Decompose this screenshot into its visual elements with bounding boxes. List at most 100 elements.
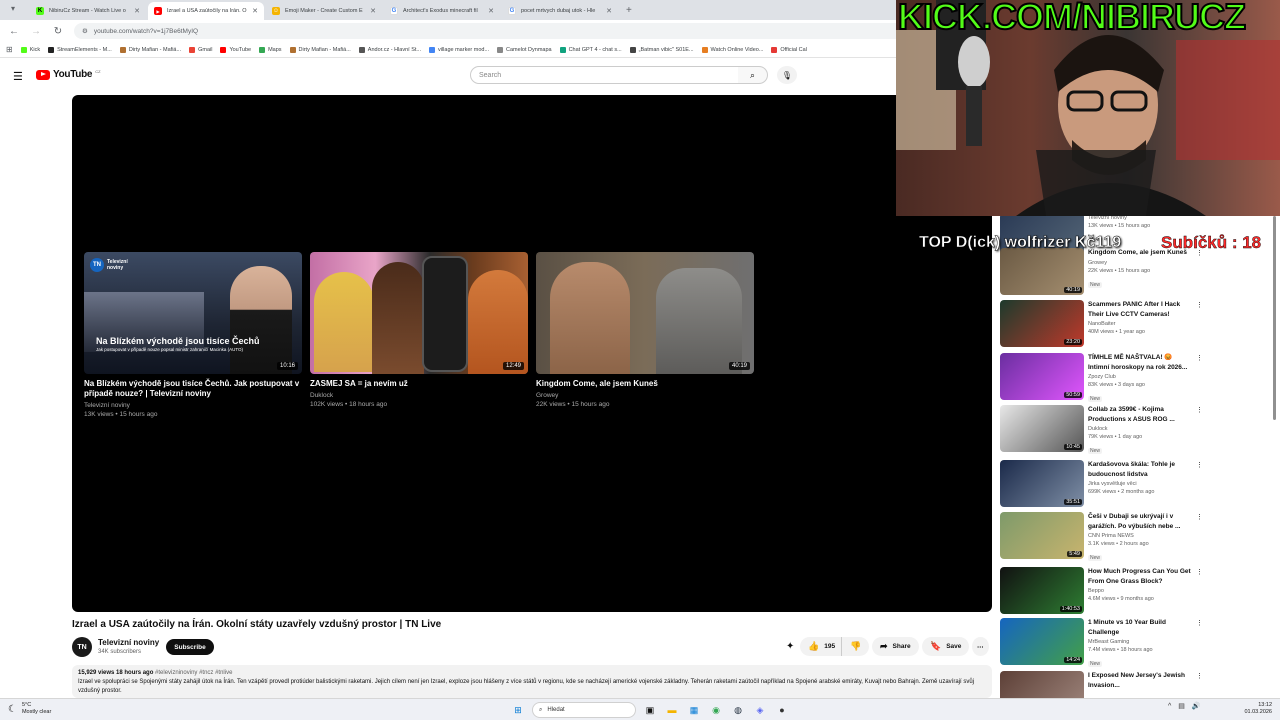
bookmark[interactable]: Maps — [259, 46, 282, 53]
network-icon[interactable]: ▤ — [1178, 702, 1185, 710]
sidebar-thumbnail[interactable]: 5:49 — [1000, 512, 1084, 559]
sidebar-channel-name[interactable]: NanoBaiter — [1088, 320, 1192, 328]
back-icon[interactable]: ← — [8, 26, 20, 37]
end-card-title[interactable]: Kingdom Come, ale jsem Kuneš — [536, 379, 754, 389]
end-card-channel[interactable]: Growey — [536, 391, 754, 400]
end-card[interactable]: 12:49 ZASMEJ SA = ja nevím už Duklock 10… — [310, 252, 528, 409]
sidebar-video-title[interactable]: Kardašovova škála: Tohle je budoucnost l… — [1088, 460, 1192, 479]
bookmark[interactable]: Watch Online Video... — [701, 46, 763, 53]
more-vertical-icon[interactable]: ⋮ — [1196, 461, 1203, 469]
sidebar-video-item[interactable]: 14:24 1 Minute vs 10 Year Build Challenge… — [1000, 618, 1270, 667]
hype-button[interactable]: ✦ — [786, 637, 794, 656]
search-button[interactable]: ⌕ — [738, 66, 768, 84]
sidebar-thumbnail[interactable] — [1000, 671, 1084, 698]
description-box[interactable]: 15,929 views 18 hours ago #televizninovi… — [72, 665, 992, 698]
tab-google-dubaj[interactable]: G pocet mrtvych dubaj utok - Hle ✕ — [502, 2, 618, 20]
sidebar-channel-name[interactable]: Zpozy Club — [1088, 373, 1192, 381]
bookmark[interactable]: Dirty Mafian - Mafiá... — [289, 46, 351, 53]
sidebar-scrollbar[interactable] — [1273, 216, 1276, 420]
sidebar-video-title[interactable]: Collab za 3599€ - Kojima Productions x A… — [1088, 405, 1192, 424]
bookmark[interactable]: Gmail — [189, 46, 212, 53]
close-icon[interactable]: ✕ — [606, 7, 612, 15]
end-card-thumbnail[interactable]: 40:19 — [536, 252, 754, 374]
sidebar-video-item[interactable]: 35:51 Kardašovova škála: Tohle je budoucn… — [1000, 460, 1270, 508]
store-icon[interactable]: ▦ — [686, 702, 702, 718]
tray-overflow-icon[interactable]: ^ — [1168, 703, 1171, 710]
discord-icon[interactable]: ◈ — [752, 702, 768, 718]
chrome-icon[interactable]: ◉ — [708, 702, 724, 718]
sidebar-thumbnail[interactable]: 23:20 — [1000, 300, 1084, 347]
close-icon[interactable]: ✕ — [134, 7, 140, 15]
sidebar-video-item[interactable]: 50:59 TÍMHLE MĚ NAŠTVALA! 😡 Intimní horos… — [1000, 353, 1270, 402]
sidebar-channel-name[interactable]: Beppo — [1088, 587, 1192, 595]
search-input[interactable]: Search — [470, 66, 739, 84]
end-card-title[interactable]: Na Blízkém východě jsou tisíce Čechů. Ja… — [84, 379, 302, 399]
end-card-title[interactable]: ZASMEJ SA = ja nevím už — [310, 379, 528, 389]
bookmark[interactable]: village marker mod... — [428, 46, 489, 53]
sidebar-video-title[interactable]: TÍMHLE MĚ NAŠTVALA! 😡 Intimní horoskopy … — [1088, 353, 1192, 372]
site-info-icon[interactable]: ⚙ — [82, 27, 88, 35]
sidebar-thumbnail[interactable]: 40:19 — [1000, 248, 1084, 295]
sidebar-thumbnail[interactable]: 10:45 — [1000, 405, 1084, 452]
bookmark[interactable]: Andor.cz - Hlavní St... — [358, 46, 421, 53]
tab-kick[interactable]: K NibiruCz Stream - Watch Live o ✕ — [30, 2, 146, 20]
sidebar-thumbnail[interactable]: 50:59 — [1000, 353, 1084, 400]
sidebar-video-title[interactable]: Scammers PANIC After I Hack Their Live C… — [1088, 300, 1192, 319]
sidebar-video-title[interactable]: I Exposed New Jersey's Jewish Invasion..… — [1088, 671, 1192, 690]
bookmark[interactable]: Camelot Dynmapa — [497, 46, 552, 53]
video-player[interactable]: TN Televizní noviny Na Blízkém východě j… — [72, 95, 992, 612]
tab-youtube[interactable]: ▶ Izrael a USA zaútočily na Írán. O ✕ — [148, 2, 264, 20]
sidebar-video-item[interactable]: 5:49 Češi v Dubaji se ukrývají i v garáží… — [1000, 512, 1270, 561]
save-button[interactable]: 🔖 Save — [922, 637, 970, 656]
bookmark[interactable]: Official Cal — [771, 46, 807, 53]
system-clock[interactable]: 13:12 01.03.2026 — [1236, 702, 1272, 716]
more-vertical-icon[interactable]: ⋮ — [1196, 513, 1203, 521]
more-vertical-icon[interactable]: ⋮ — [1196, 619, 1203, 627]
end-card[interactable]: 40:19 Kingdom Come, ale jsem Kuneš Growe… — [536, 252, 754, 409]
end-card[interactable]: TN Televizní noviny Na Blízkém východě j… — [84, 252, 302, 419]
sidebar-thumbnail[interactable]: 14:24 — [1000, 618, 1084, 665]
reload-icon[interactable]: ↻ — [52, 26, 64, 37]
end-card-thumbnail[interactable]: TN Televizní noviny Na Blízkém východě j… — [84, 252, 302, 374]
close-icon[interactable]: ✕ — [252, 7, 258, 15]
more-vertical-icon[interactable]: ⋮ — [1196, 301, 1203, 309]
youtube-logo[interactable]: YouTube CZ — [36, 69, 101, 80]
end-card-thumbnail[interactable]: 12:49 — [310, 252, 528, 374]
more-vertical-icon[interactable]: ⋮ — [1196, 406, 1203, 414]
more-actions-button[interactable]: ⋯ — [972, 637, 989, 656]
bookmark[interactable]: Chat GPT 4 - chat s... — [559, 46, 622, 53]
description-tags[interactable]: #televizninoviny #tncz #tnlive — [155, 670, 232, 676]
sidebar-channel-name[interactable]: Jirka vysvětluje věci — [1088, 480, 1192, 488]
voice-search-button[interactable]: 🎙 — [777, 66, 797, 84]
task-view-icon[interactable]: ▣ — [642, 702, 658, 718]
tab-emoji-maker[interactable]: ☺ Emoji Maker - Create Custom E ✕ — [266, 2, 382, 20]
channel-avatar[interactable]: TN — [72, 637, 92, 657]
dislike-button[interactable]: 👎 — [841, 637, 870, 656]
steam-icon[interactable]: ◍ — [730, 702, 746, 718]
like-button[interactable]: 👍 195 — [800, 637, 842, 656]
bookmark[interactable]: StreamElements - M... — [48, 46, 112, 53]
close-icon[interactable]: ✕ — [370, 7, 376, 15]
subscribe-button[interactable]: Subscribe — [166, 639, 214, 655]
taskbar-search[interactable]: ⌕ Hledat — [532, 702, 636, 718]
tab-search-icon[interactable]: ▾ — [6, 4, 20, 16]
file-explorer-icon[interactable]: ▬ — [664, 702, 680, 718]
channel-name[interactable]: Televizní noviny — [98, 638, 159, 647]
obs-icon[interactable]: ● — [774, 702, 790, 718]
share-button[interactable]: ➦ Share — [872, 637, 919, 656]
start-icon[interactable]: ⊞ — [510, 702, 526, 718]
sidebar-video-title[interactable]: How Much Progress Can You Get From One G… — [1088, 567, 1192, 586]
volume-icon[interactable]: 🔊 — [1192, 702, 1201, 710]
tab-google-architect[interactable]: G Architect's Exodus minecraft fil ✕ — [384, 2, 500, 20]
sidebar-video-title[interactable]: Češi v Dubaji se ukrývají i v garážích. … — [1088, 512, 1192, 531]
weather-widget[interactable]: ☾ 5°C Mostly clear — [8, 702, 51, 716]
sidebar-thumbnail[interactable]: 35:51 — [1000, 460, 1084, 507]
more-vertical-icon[interactable]: ⋮ — [1196, 568, 1203, 576]
end-card-channel[interactable]: Duklock — [310, 391, 528, 400]
forward-icon[interactable]: → — [30, 26, 42, 37]
bookmark[interactable]: Dirty Mafian - Mafiá... — [119, 46, 181, 53]
bookmark[interactable]: YouTube — [220, 46, 251, 53]
sidebar-video-item[interactable]: I Exposed New Jersey's Jewish Invasion..… — [1000, 671, 1270, 698]
more-vertical-icon[interactable]: ⋮ — [1196, 672, 1203, 680]
more-vertical-icon[interactable]: ⋮ — [1196, 354, 1203, 362]
